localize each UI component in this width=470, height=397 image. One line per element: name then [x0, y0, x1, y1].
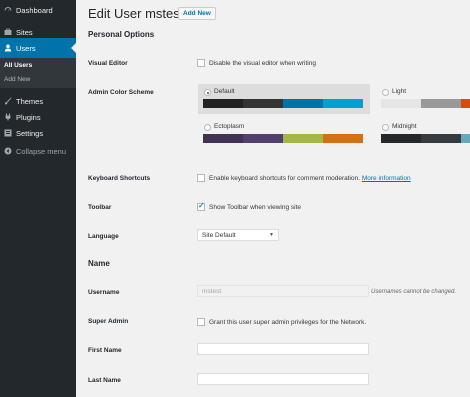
collapse-menu-button[interactable]: Collapse menu	[0, 141, 76, 161]
swatch	[283, 134, 323, 143]
username-description: Usernames cannot be changed.	[371, 289, 457, 295]
swatch	[421, 134, 461, 143]
name-heading: Name	[88, 259, 110, 268]
swatch	[283, 99, 323, 108]
super-admin-text: Grant this user super admin privileges f…	[209, 319, 367, 326]
collapse-icon	[4, 147, 12, 155]
users-icon	[4, 44, 12, 52]
color-scheme-light[interactable]: Light	[376, 84, 470, 114]
visual-editor-text: Disable the visual editor when writing	[209, 60, 316, 67]
swatch	[381, 134, 421, 143]
color-scheme-radio[interactable]	[204, 89, 211, 96]
username-field: mstest	[197, 285, 369, 297]
color-scheme-radio[interactable]	[204, 124, 211, 131]
admin-sidebar: Dashboard Sites Users All Users Add New …	[0, 0, 76, 397]
submenu-all-users[interactable]: All Users	[4, 62, 32, 69]
username-value: mstest	[202, 287, 222, 295]
submenu-add-new[interactable]: Add New	[4, 76, 30, 83]
themes-icon	[4, 97, 12, 105]
color-swatches	[203, 134, 363, 143]
swatch	[323, 134, 363, 143]
last-name-label: Last Name	[88, 377, 121, 384]
swatch	[243, 99, 283, 108]
color-scheme-name: Default	[214, 88, 235, 95]
swatch	[381, 99, 421, 108]
toolbar-text: Show Toolbar when viewing site	[209, 204, 302, 211]
color-swatches	[381, 134, 470, 143]
users-submenu: All Users Add New	[0, 58, 76, 88]
dashboard-icon	[4, 6, 12, 14]
sidebar-item-label: Users	[16, 43, 36, 53]
language-select[interactable]: Site Default ▼	[197, 229, 279, 241]
color-scheme-name: Light	[392, 88, 407, 95]
plugins-icon	[4, 113, 12, 121]
color-scheme-midnight[interactable]: Midnight	[376, 119, 470, 149]
swatch	[203, 99, 243, 108]
username-label: Username	[88, 289, 120, 296]
language-label: Language	[88, 233, 119, 240]
more-information-link[interactable]: More information	[362, 175, 411, 182]
toolbar-checkbox[interactable]	[197, 201, 205, 211]
super-admin-checkbox[interactable]	[197, 318, 205, 326]
sidebar-item-settings[interactable]: Settings	[0, 123, 76, 143]
swatch	[461, 99, 470, 108]
toolbar-label: Toolbar	[88, 204, 112, 211]
sites-icon	[4, 28, 12, 36]
color-scheme-label: Admin Color Scheme	[88, 89, 154, 96]
swatch	[243, 134, 283, 143]
sidebar-item-label: Sites	[16, 27, 33, 37]
swatch	[421, 99, 461, 108]
swatch	[323, 99, 363, 108]
sidebar-item-label: Settings	[16, 128, 44, 138]
sidebar-item-dashboard[interactable]: Dashboard	[0, 0, 76, 20]
settings-icon	[4, 129, 12, 137]
last-name-field[interactable]	[197, 373, 369, 385]
sidebar-item-users[interactable]: Users	[0, 38, 76, 58]
visual-editor-checkbox[interactable]	[197, 59, 205, 67]
add-new-button[interactable]: Add New	[178, 7, 216, 20]
personal-options-heading: Personal Options	[88, 30, 155, 39]
super-admin-label: Super Admin	[88, 318, 129, 325]
color-scheme-default[interactable]: Default	[198, 84, 370, 114]
color-scheme-radio[interactable]	[382, 89, 389, 96]
main-content: Edit User mstest Add New Personal Option…	[76, 0, 470, 397]
color-scheme-ectoplasm[interactable]: Ectoplasm	[198, 119, 370, 149]
first-name-field[interactable]	[197, 343, 369, 355]
chevron-down-icon: ▼	[269, 232, 274, 238]
swatch	[461, 134, 470, 143]
color-scheme-radio[interactable]	[382, 124, 389, 131]
keyboard-shortcuts-label: Keyboard Shortcuts	[88, 175, 151, 182]
page-title: Edit User mstest	[88, 6, 184, 21]
sidebar-item-label: Plugins	[16, 112, 41, 122]
keyboard-shortcuts-description: Enable keyboard shortcuts for comment mo…	[209, 175, 361, 182]
sidebar-item-label: Collapse menu	[16, 146, 67, 156]
first-name-label: First Name	[88, 347, 122, 354]
visual-editor-label: Visual Editor	[88, 60, 128, 67]
swatch	[203, 134, 243, 143]
color-swatches	[381, 99, 470, 108]
keyboard-shortcuts-checkbox[interactable]	[197, 174, 205, 182]
sidebar-item-label: Dashboard	[16, 5, 53, 15]
color-scheme-name: Midnight	[392, 123, 417, 130]
color-swatches	[203, 99, 363, 108]
sidebar-item-label: Themes	[16, 96, 44, 106]
color-scheme-name: Ectoplasm	[214, 123, 245, 130]
language-select-value: Site Default	[202, 231, 236, 239]
keyboard-shortcuts-text: Enable keyboard shortcuts for comment mo…	[209, 175, 411, 182]
